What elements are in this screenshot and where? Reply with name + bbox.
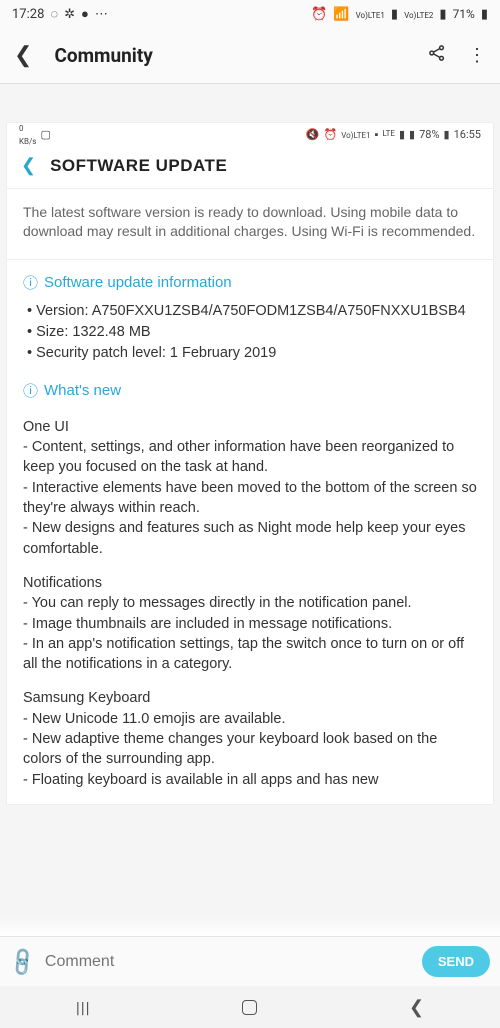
message-icon: ● <box>81 6 89 22</box>
inner-back-icon[interactable]: ❮ <box>21 155 36 176</box>
person-icon: ⓘ <box>23 380 38 401</box>
whats-group: One UI - Content, settings, and other in… <box>23 417 477 559</box>
info-list: Version: A750FXXU1ZSB4/A750FODM1ZSB4/A75… <box>23 301 477 364</box>
more-notifications-icon: ⋯ <box>95 7 108 22</box>
whats-group: Samsung Keyboard - New Unicode 11.0 emoj… <box>23 688 477 789</box>
back-icon[interactable]: ❮ <box>14 43 32 68</box>
post-content: 0KB/s ▢ 🔇 ⏰ Vo)LTE1 ▪ LTE ▮ ▮ 78% ▮ 16:5… <box>0 122 500 805</box>
update-info-section: ⓘ Software update information Version: A… <box>7 260 493 368</box>
status-time: 17:28 <box>12 7 44 22</box>
whatsapp-icon: ◌ <box>50 6 58 22</box>
version-line: Version: A750FXXU1ZSB4/A750FODM1ZSB4/A75… <box>27 301 477 322</box>
sim1-label: Vo)LTE1 <box>356 7 385 21</box>
nfc-icon: ▪ <box>375 128 379 141</box>
whats-new-heading: ⓘ What's new <box>23 380 477 401</box>
home-button[interactable] <box>242 1000 257 1015</box>
app-toolbar: ❮ Community ⋮ <box>0 28 500 84</box>
whats-new-heading-text: What's new <box>44 382 121 399</box>
wifi-icon: 📶 <box>333 7 349 22</box>
speed-indicator: 0KB/s <box>19 121 36 147</box>
inner-status-bar: 0KB/s ▢ 🔇 ⏰ Vo)LTE1 ▪ LTE ▮ ▮ 78% ▮ 16:5… <box>7 123 493 145</box>
outer-status-bar: 17:28 ◌ ✲ ● ⋯ ⏰ 📶 Vo)LTE1 ▮ Vo)LTE2 ▮ 71… <box>0 0 500 28</box>
info-icon: ⓘ <box>23 272 38 293</box>
download-notice: The latest software version is ready to … <box>7 188 493 260</box>
inner-battery-percent: 78% <box>419 128 439 141</box>
status-right: ⏰ 📶 Vo)LTE1 ▮ Vo)LTE2 ▮ 71% ▮ <box>311 7 488 22</box>
alarm-icon: ⏰ <box>323 128 337 141</box>
inner-status-left: 0KB/s ▢ <box>19 121 51 147</box>
comment-input[interactable] <box>45 953 422 971</box>
signal1-icon: ▮ <box>391 7 398 22</box>
status-left: 17:28 ◌ ✲ ● ⋯ <box>12 6 108 22</box>
group-line: - New adaptive theme changes your keyboa… <box>23 729 477 770</box>
group-line: - Floating keyboard is available in all … <box>23 770 477 790</box>
sim-label: Vo)LTE1 <box>341 128 370 141</box>
embedded-screenshot: 0KB/s ▢ 🔇 ⏰ Vo)LTE1 ▪ LTE ▮ ▮ 78% ▮ 16:5… <box>6 122 494 805</box>
slack-icon: ✲ <box>64 7 75 22</box>
inner-status-right: 🔇 ⏰ Vo)LTE1 ▪ LTE ▮ ▮ 78% ▮ 16:55 <box>306 128 481 141</box>
attach-icon[interactable]: 🔗 <box>5 944 40 978</box>
battery-percent: 71% <box>453 7 475 21</box>
content-fade <box>0 916 500 936</box>
update-title: SOFTWARE UPDATE <box>50 156 227 176</box>
recents-button[interactable]: ||| <box>76 998 91 1017</box>
group-line: - You can reply to messages directly in … <box>23 593 477 613</box>
info-heading: ⓘ Software update information <box>23 272 477 293</box>
sim2-label: Vo)LTE2 <box>404 7 433 21</box>
group-title: Samsung Keyboard <box>23 688 477 708</box>
page-title: Community <box>54 44 406 67</box>
group-line: - Content, settings, and other informati… <box>23 437 477 478</box>
signal2-icon: ▮ <box>439 7 446 22</box>
size-line: Size: 1322.48 MB <box>27 322 477 343</box>
group-line: - In an app's notification settings, tap… <box>23 634 477 675</box>
android-nav-bar: ||| ❮ <box>0 986 500 1028</box>
more-icon[interactable]: ⋮ <box>468 45 486 66</box>
whats-group: Notifications - You can reply to message… <box>23 573 477 674</box>
group-line: - New Unicode 11.0 emojis are available. <box>23 709 477 729</box>
signal2-icon: ▮ <box>409 128 415 141</box>
battery-icon: ▮ <box>444 128 450 141</box>
mute-icon: 🔇 <box>306 128 320 141</box>
group-line: - New designs and features such as Night… <box>23 518 477 559</box>
signal-icon: ▮ <box>399 128 405 141</box>
alarm-icon: ⏰ <box>311 7 327 22</box>
whats-new-section: ⓘ What's new <box>7 368 493 413</box>
inner-time: 16:55 <box>454 128 481 141</box>
info-heading-text: Software update information <box>44 274 232 291</box>
group-title: One UI <box>23 417 477 437</box>
security-line: Security patch level: 1 February 2019 <box>27 343 477 364</box>
sd-icon: ▢ <box>40 128 50 141</box>
lte-label: LTE <box>382 130 395 138</box>
battery-icon: ▮ <box>481 7 488 22</box>
send-button[interactable]: SEND <box>422 946 490 977</box>
comment-bar: 🔗 SEND <box>0 936 500 986</box>
group-line: - Interactive elements have been moved t… <box>23 478 477 519</box>
whats-new-body: One UI - Content, settings, and other in… <box>7 413 493 790</box>
update-header: ❮ SOFTWARE UPDATE <box>7 145 493 188</box>
group-line: - Image thumbnails are included in messa… <box>23 614 477 634</box>
group-title: Notifications <box>23 573 477 593</box>
back-button[interactable]: ❮ <box>409 997 424 1018</box>
share-icon[interactable] <box>428 44 446 67</box>
